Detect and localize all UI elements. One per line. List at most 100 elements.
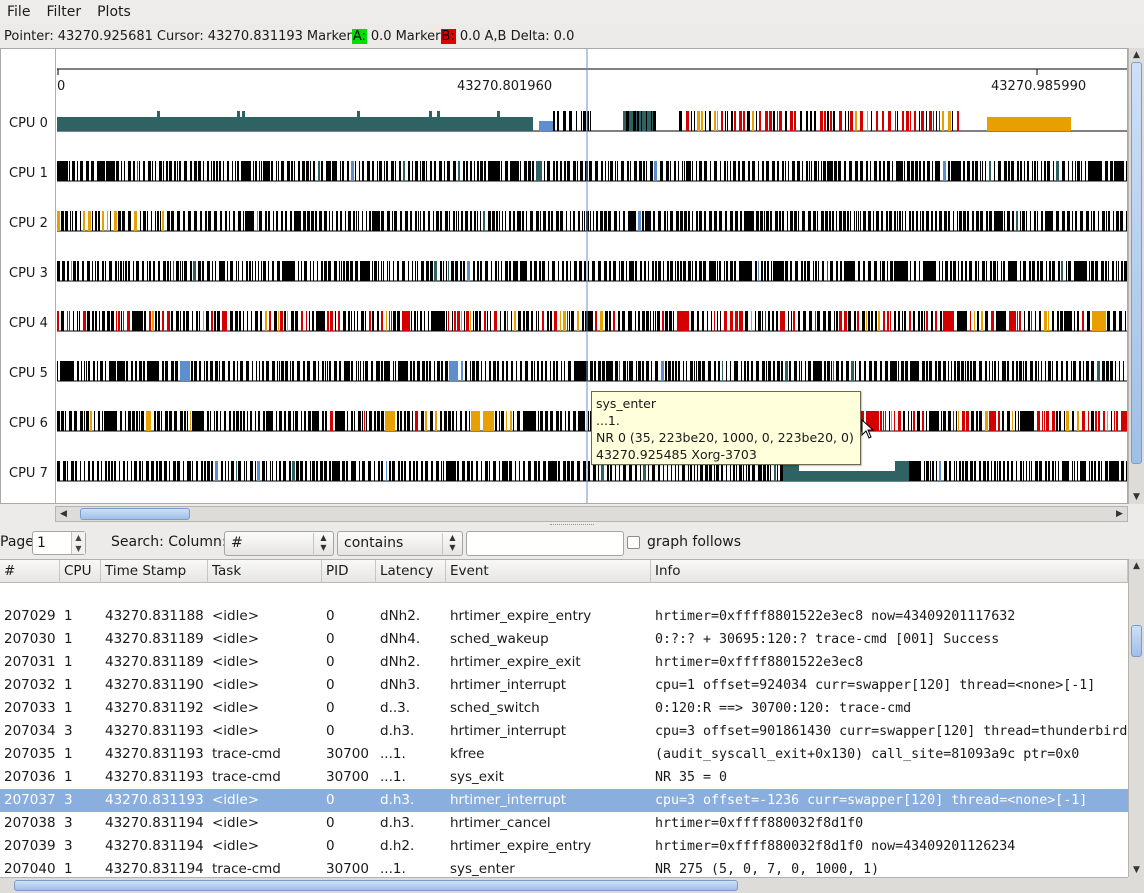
cpu-event-bar: [655, 311, 656, 331]
cpu-task-block: [237, 111, 240, 131]
cpu-event-bar: [194, 161, 197, 181]
table-row[interactable]: 207033 1 43270.831192 <idle> 0 d..3. sched_swi…: [0, 697, 1128, 720]
cpu-event-bar: [410, 211, 412, 231]
cpu-event-bar: [806, 111, 808, 131]
scroll-up-icon[interactable]: ▲: [1129, 559, 1144, 573]
search-input[interactable]: [466, 531, 624, 556]
table-row[interactable]: 207035 1 43270.831193 trace-cmd 30700 ...1. kf…: [0, 743, 1128, 766]
cpu-event-bar: [453, 161, 456, 181]
header-col-event[interactable]: Event: [446, 560, 651, 583]
header-col-latency[interactable]: Latency: [376, 560, 446, 583]
cpu-graph-view[interactable]: CPU 0 CPU 1 CPU 2 CPU 3 CPU 4 CPU 5 CPU …: [0, 48, 1128, 504]
table-row[interactable]: 207030 1 43270.831189 <idle> 0 dNh4. sched_wak…: [0, 628, 1128, 651]
table-row[interactable]: 207036 1 43270.831193 trace-cmd 30700 ...1. sy…: [0, 766, 1128, 789]
match-mode-select[interactable]: contains ▲ ▼: [337, 531, 463, 556]
scroll-thumb[interactable]: [80, 508, 190, 520]
table-row[interactable]: 207039 3 43270.831194 <idle> 0 d.h2. hrtimer_e…: [0, 835, 1128, 858]
scroll-thumb[interactable]: [14, 880, 738, 891]
table-row[interactable]: 207034 3 43270.831193 <idle> 0 d.h3. hrtimer_i…: [0, 720, 1128, 743]
table-vertical-scrollbar[interactable]: ▲ ▼: [1128, 559, 1144, 877]
cpu-event-bar: [421, 461, 423, 481]
cpu-event-bar: [336, 211, 338, 231]
cpu-event-bar: [308, 411, 311, 431]
cpu-label[interactable]: CPU 2: [9, 216, 48, 232]
cpu-event-bar: [221, 461, 223, 481]
cpu-event-bar: [1041, 361, 1042, 381]
cpu-label[interactable]: CPU 7: [9, 466, 48, 482]
table-row[interactable]: 207038 3 43270.831194 <idle> 0 d.h3. hrtimer_c…: [0, 812, 1128, 835]
scroll-right-icon[interactable]: ▶: [1112, 507, 1127, 521]
menu-file[interactable]: File: [0, 0, 38, 24]
menu-filter[interactable]: Filter: [38, 0, 89, 24]
cell-col-timestamp: 43270.831193: [105, 746, 204, 762]
cpu-event-bar: [95, 211, 97, 231]
cpu-task-block: [539, 121, 553, 131]
cpu-event-bar: [818, 161, 819, 181]
table-horizontal-scrollbar[interactable]: [0, 877, 1128, 893]
cpu-event-bar: [506, 361, 508, 381]
spin-arrows-icon[interactable]: ▲ ▼: [71, 532, 85, 554]
cpu-event-bar: [1020, 211, 1021, 231]
column-select[interactable]: # ▲ ▼: [224, 531, 334, 556]
cpu-event-bar: [547, 311, 549, 331]
cpu-event-bar: [606, 361, 613, 381]
table-row[interactable]: 207040 1 43270.831194 trace-cmd 30700 ...1. sy…: [0, 858, 1128, 877]
cpu-event-bar: [436, 461, 439, 481]
header-col-info[interactable]: Info: [651, 560, 1128, 583]
cpu-event-bar: [354, 411, 355, 431]
scroll-down-icon[interactable]: ▼: [1129, 863, 1144, 877]
scroll-up-icon[interactable]: ▲: [1129, 48, 1144, 62]
header-col-task[interactable]: Task: [208, 560, 322, 583]
header-col-timestamp[interactable]: Time Stamp: [101, 560, 208, 583]
cpu-event-bar: [74, 411, 77, 431]
cpu-event-bar: [665, 311, 668, 331]
cpu-event-bar: [1088, 411, 1089, 431]
cpu-event-bar: [839, 211, 842, 231]
header-col-pid[interactable]: PID: [322, 560, 376, 583]
cpu-event-bar: [684, 161, 685, 181]
cpu-event-bar: [206, 361, 208, 381]
page-spinbox[interactable]: 1 ▲ ▼: [32, 531, 86, 555]
graph-vertical-scrollbar[interactable]: ▲ ▼: [1128, 48, 1144, 504]
cpu-label[interactable]: CPU 6: [9, 416, 48, 432]
cpu-event-bar: [207, 461, 210, 481]
graph-horizontal-scrollbar[interactable]: ◀ ▶: [55, 506, 1128, 522]
cpu-event-bar: [481, 361, 482, 381]
cell-col-task: trace-cmd: [212, 861, 281, 877]
cpu-task-block: [987, 117, 1071, 131]
cpu-label[interactable]: CPU 3: [9, 266, 48, 282]
scroll-down-icon[interactable]: ▼: [1129, 490, 1144, 504]
cpu-label[interactable]: CPU 1: [9, 166, 48, 182]
scroll-thumb[interactable]: [1131, 62, 1142, 464]
cpu-label[interactable]: CPU 4: [9, 316, 48, 332]
cpu-event-bar: [854, 211, 855, 231]
cpu-event-bar: [272, 361, 275, 381]
scroll-thumb[interactable]: [1131, 625, 1142, 657]
menu-plots[interactable]: Plots: [89, 0, 139, 24]
header-col-cpu[interactable]: CPU: [60, 560, 101, 583]
cpu-event-bar: [164, 461, 167, 481]
cpu-label[interactable]: CPU 0: [9, 116, 48, 132]
cpu-event-bar: [340, 161, 341, 181]
table-row[interactable]: 207029 1 43270.831188 <idle> 0 dNh2. hrtimer_e…: [0, 605, 1128, 628]
cpu-event-bar: [496, 211, 498, 231]
cpu-event-bar: [1057, 311, 1059, 331]
table-row[interactable]: 207032 1 43270.831190 <idle> 0 dNh3. hrtimer_i…: [0, 674, 1128, 697]
cpu-event-bar: [199, 311, 200, 331]
cpu-event-bar: [987, 461, 989, 481]
header-col-number[interactable]: #: [0, 560, 60, 583]
cpu-label[interactable]: CPU 5: [9, 366, 48, 382]
cpu-event-bar: [121, 161, 122, 181]
cpu-event-bar: [779, 111, 782, 131]
graph-follows-checkbox[interactable]: [627, 536, 640, 549]
cpu-event-bar: [210, 361, 213, 381]
cpu-event-bar: [844, 161, 846, 181]
cpu-event-bar: [696, 211, 698, 231]
table-row[interactable]: 207031 1 43270.831189 <idle> 0 dNh2. hrtimer_e…: [0, 651, 1128, 674]
cpu-event-bar: [1087, 311, 1090, 331]
cpu-event-bar: [120, 261, 122, 281]
scroll-left-icon[interactable]: ◀: [56, 507, 71, 521]
cpu-event-bar: [57, 461, 60, 481]
cpu-event-bar: [1041, 161, 1042, 181]
table-row[interactable]: 207037 3 43270.831193 <idle> 0 d.h3. hrtimer_i…: [0, 789, 1128, 812]
